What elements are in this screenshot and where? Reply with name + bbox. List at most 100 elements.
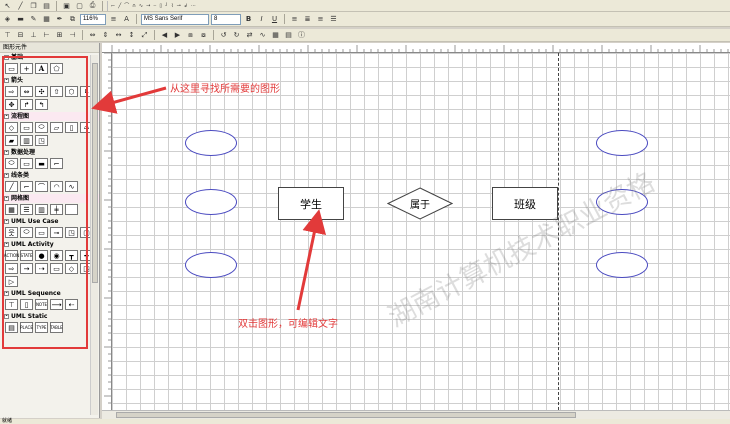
collapse-icon[interactable]: - <box>4 173 9 178</box>
rows-grid-shape-icon[interactable]: ☰ <box>20 204 33 215</box>
oval-shape-icon[interactable]: ⬭ <box>5 158 18 169</box>
manual-input-shape-icon[interactable]: ▰ <box>5 135 18 146</box>
terminator-shape-icon[interactable]: ⬭ <box>35 122 48 133</box>
italic-button[interactable]: I <box>256 14 267 24</box>
straight-line-shape-icon[interactable]: ╱ <box>5 181 18 192</box>
line-tool-icon[interactable]: ╱ <box>15 1 26 11</box>
columns-grid-shape-icon[interactable]: ▥ <box>35 204 48 215</box>
attribute-ellipse[interactable] <box>185 189 237 215</box>
connector-link-icon[interactable]: ⊸ <box>177 3 181 9</box>
send-signal-shape-icon[interactable]: ▷ <box>5 276 18 287</box>
align-top-icon[interactable]: ⊤ <box>2 30 13 40</box>
connector-arc-icon[interactable]: ∩ <box>132 3 136 9</box>
zoom-select[interactable]: 116% <box>80 13 106 25</box>
place-shape-icon[interactable]: PLACE <box>20 322 33 333</box>
collapse-icon[interactable]: - <box>4 55 9 60</box>
uml-note-shape-icon[interactable]: ◳ <box>65 227 78 238</box>
rotate-right-icon[interactable]: ↻ <box>231 30 242 40</box>
font-name-select[interactable]: MS Sans Serif <box>141 13 209 25</box>
align-center-icon[interactable]: ≣ <box>302 14 313 24</box>
polygon-shape-icon[interactable]: ⬠ <box>50 63 63 74</box>
fill-bucket-icon[interactable]: ◈ <box>2 14 13 24</box>
decision-shape-icon[interactable]: ◇ <box>5 122 18 133</box>
connector-elbow-icon[interactable]: ⌐ <box>111 3 115 9</box>
attribute-ellipse[interactable] <box>596 252 648 278</box>
merge-shape-icon[interactable]: ◇ <box>65 263 78 274</box>
type-shape-icon[interactable]: TYPE <box>35 322 48 333</box>
arrow-right-shape-icon[interactable]: ⇨ <box>5 86 18 97</box>
message-shape-icon[interactable]: ⟶ <box>50 299 63 310</box>
arrow-cross-shape-icon[interactable]: ✥ <box>5 99 18 110</box>
connector-hook-icon[interactable]: ↲ <box>184 3 188 9</box>
collapse-icon[interactable]: - <box>4 219 9 224</box>
shadow-icon[interactable]: ▦ <box>41 14 52 24</box>
attribute-ellipse[interactable] <box>596 189 648 215</box>
category-uml-static[interactable]: - UML Static <box>0 312 99 321</box>
align-center-edge-icon[interactable]: ⊞ <box>54 30 65 40</box>
print-icon[interactable]: ⎙ <box>87 1 98 11</box>
table-shape-icon[interactable]: TABLE <box>50 322 63 333</box>
state-shape-icon[interactable]: STATE <box>20 250 33 261</box>
line-color-icon[interactable]: ▬ <box>15 14 26 24</box>
process-shape-icon[interactable]: ▭ <box>20 122 33 133</box>
align-left-icon[interactable]: ≡ <box>289 14 300 24</box>
brush-icon[interactable]: ✎ <box>28 14 39 24</box>
arrow-both-shape-icon[interactable]: ⇔ <box>20 86 33 97</box>
same-height-icon[interactable]: ↕ <box>126 30 137 40</box>
category-grid[interactable]: - 网格图 <box>0 194 99 203</box>
class-shape-icon[interactable]: ▤ <box>5 322 18 333</box>
initial-node-shape-icon[interactable]: ● <box>35 250 48 261</box>
move-left-icon[interactable]: ◀ <box>159 30 170 40</box>
object-flow-shape-icon[interactable]: ⇢ <box>35 263 48 274</box>
same-size-icon[interactable]: ⤢ <box>139 30 150 40</box>
document-shape-icon[interactable]: ▯ <box>65 122 78 133</box>
connector-dash-icon[interactable]: ┄ <box>153 3 156 9</box>
wave-line-shape-icon[interactable]: ∿ <box>65 181 78 192</box>
collapse-icon[interactable]: - <box>4 150 9 155</box>
connector-curve-icon[interactable]: ⌒ <box>124 2 129 9</box>
collapse-icon[interactable]: - <box>4 291 9 296</box>
text-color-icon[interactable]: A <box>121 14 132 24</box>
category-uml-sequence[interactable]: - UML Sequence <box>0 289 99 298</box>
ruler-icon[interactable]: ▤ <box>283 30 294 40</box>
same-width-icon[interactable]: ↔ <box>113 30 124 40</box>
category-lines[interactable]: - 线条类 <box>0 171 99 180</box>
panel-scrollbar[interactable] <box>90 55 98 415</box>
connector-zigzag-icon[interactable]: ⌇ <box>171 3 173 9</box>
collapse-icon[interactable]: - <box>4 242 9 247</box>
crosshair-shape-icon[interactable]: + <box>20 63 33 74</box>
category-flowchart[interactable]: - 流程图 <box>0 112 99 121</box>
actor-shape-icon[interactable]: 웃 <box>5 227 18 238</box>
space-vertical-icon[interactable]: ⇕ <box>100 30 111 40</box>
card-shape-icon[interactable]: ◳ <box>35 135 48 146</box>
curve-icon[interactable]: ∿ <box>257 30 268 40</box>
arc-line-shape-icon[interactable]: ◠ <box>50 181 63 192</box>
collapse-icon[interactable]: - <box>4 314 9 319</box>
system-boundary-shape-icon[interactable]: ▭ <box>35 227 48 238</box>
entity-student[interactable]: 学生 <box>278 187 344 220</box>
align-middle-icon[interactable]: ⊟ <box>15 30 26 40</box>
blank-grid-shape-icon[interactable] <box>65 204 78 215</box>
align-right-edge-icon[interactable]: ⊣ <box>67 30 78 40</box>
attribute-ellipse[interactable] <box>185 252 237 278</box>
use-case-shape-icon[interactable]: ⬭ <box>20 227 33 238</box>
box-shape-icon[interactable]: ▭ <box>20 158 33 169</box>
info-icon[interactable]: ⓘ <box>296 30 307 40</box>
send-back-icon[interactable]: ⧇ <box>198 30 209 40</box>
category-uml-use-case[interactable]: - UML Use Case <box>0 217 99 226</box>
attribute-ellipse[interactable] <box>185 130 237 156</box>
move-right-icon[interactable]: ▶ <box>172 30 183 40</box>
attribute-ellipse[interactable] <box>596 130 648 156</box>
pointer-tool-icon[interactable]: ↖ <box>2 1 13 11</box>
signal-shape-icon[interactable]: ⇨ <box>5 263 18 274</box>
category-arrows[interactable]: - 箭头 <box>0 76 99 85</box>
connector-wave-icon[interactable]: ∿ <box>139 3 143 9</box>
data-shape-icon[interactable]: ▱ <box>50 122 63 133</box>
lifeline-shape-icon[interactable]: ⊤ <box>5 299 18 310</box>
flip-icon[interactable]: ⇄ <box>244 30 255 40</box>
connector-arrow-icon[interactable]: → <box>146 3 150 9</box>
activation-shape-icon[interactable]: ▯ <box>20 299 33 310</box>
category-uml-activity[interactable]: - UML Activity <box>0 240 99 249</box>
arrow-corner-shape-icon[interactable]: ↱ <box>20 99 33 110</box>
action-shape-icon[interactable]: ACTION <box>4 250 19 261</box>
